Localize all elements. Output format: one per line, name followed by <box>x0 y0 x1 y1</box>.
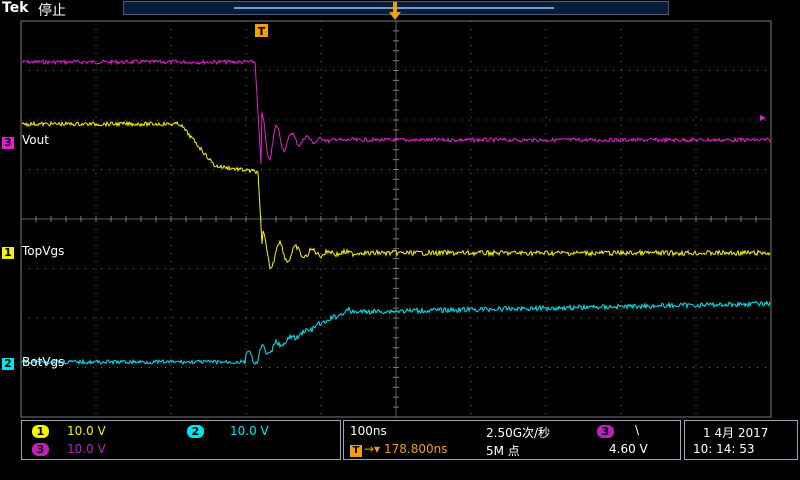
ch2-label: BotVgs <box>22 355 65 369</box>
waveform-display[interactable]: T <box>0 0 800 418</box>
trigger-slope-icon: \ <box>635 423 640 437</box>
ch3-label: Vout <box>22 133 49 147</box>
ch1-badge[interactable]: 1 <box>32 425 49 438</box>
date-time-panel: 1 4月 2017 10: 14: 53 <box>684 420 798 460</box>
ch1-label: TopVgs <box>22 244 65 258</box>
trigger-delay-arrow-icon: →▾ <box>364 442 381 456</box>
date-readout: 1 4月 2017 <box>703 426 769 440</box>
record-length: 5M 点 <box>486 444 520 458</box>
trigger-delay: 178.800ns <box>384 442 448 456</box>
ch3-badge[interactable]: 3 <box>32 443 49 456</box>
sample-rate: 2.50G次/秒 <box>486 426 551 440</box>
trigger-point-marker[interactable]: T <box>255 24 268 38</box>
trigger-level: 4.60 V <box>609 442 648 456</box>
ch1-ground-marker[interactable]: 1 <box>2 245 14 259</box>
bottom-status-bar: 1 10.0 V 2 10.0 V 3 10.0 V 100ns 2.50G次/… <box>0 418 800 480</box>
channel-readout-panel[interactable]: 1 10.0 V 2 10.0 V 3 10.0 V <box>21 420 341 460</box>
ch2-scale: 10.0 V <box>230 424 269 438</box>
trigger-delay-icon: T <box>350 445 362 457</box>
timebase-scale: 100ns <box>350 424 387 438</box>
time-readout: 10: 14: 53 <box>693 442 755 456</box>
ch2-badge[interactable]: 2 <box>187 425 204 438</box>
ch3-scale: 10.0 V <box>67 442 106 456</box>
trigger-source-badge[interactable]: 3 <box>597 425 614 438</box>
timebase-trigger-panel[interactable]: 100ns 2.50G次/秒 3 \ T →▾ 178.800ns 5M 点 4… <box>343 420 681 460</box>
ch3-ground-marker[interactable]: 3 <box>2 135 14 149</box>
graticule-grid <box>20 20 772 418</box>
svg-text:T: T <box>258 25 266 38</box>
ch1-scale: 10.0 V <box>67 424 106 438</box>
ch2-ground-marker[interactable]: 2 <box>2 356 14 370</box>
